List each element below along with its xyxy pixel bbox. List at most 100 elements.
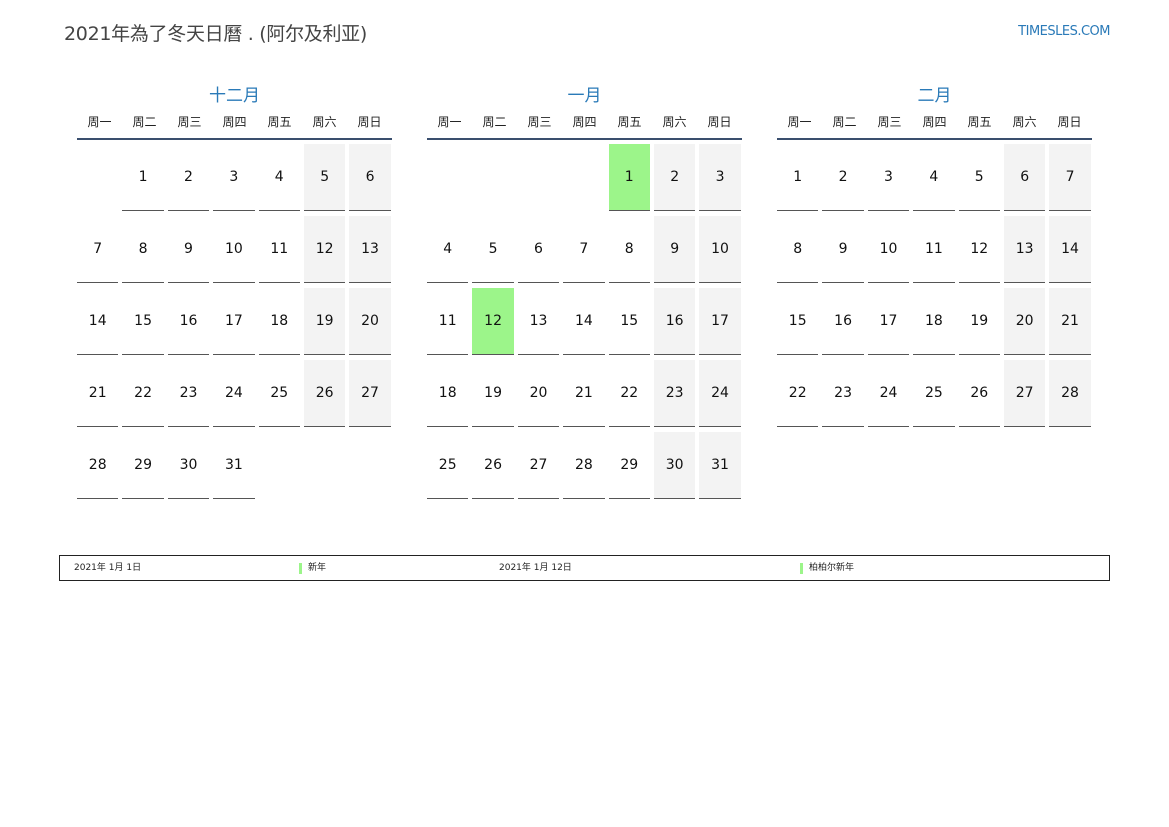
day-grid: 1 2 3 4 5 6 7 8 9 10 11 12 13 14 15 16 17 18 19 20 21 22 23 24 2… (427, 140, 742, 499)
day-cell: 19 (958, 288, 1000, 355)
day-cell: 7 (563, 216, 605, 283)
day-cell: 7 (77, 216, 119, 283)
empty-cell (563, 144, 604, 211)
day-cell: 15 (777, 288, 819, 355)
day-cell: 9 (822, 216, 864, 283)
day-cell: 17 (213, 288, 255, 355)
day-cell: 27 (517, 432, 560, 499)
day-cell: 8 (608, 216, 650, 283)
weekday-label: 周六 (1012, 115, 1037, 129)
day-cell: 20 (349, 288, 391, 355)
day-cell: 4 (427, 216, 469, 283)
day-cell: 18 (913, 288, 955, 355)
day-cell: 16 (653, 288, 696, 355)
legend-date-2: 2021年 1月 12日 (499, 563, 572, 573)
day-cell: 9 (167, 216, 210, 283)
day-cell: 2 (167, 144, 210, 211)
legend-date-1: 2021年 1月 1日 (74, 563, 142, 573)
weekday-label: 周四 (922, 115, 947, 129)
day-cell: 14 (563, 288, 605, 355)
weekday-label: 周五 (267, 115, 292, 129)
day-cell: 21 (1049, 288, 1091, 355)
day-cell: 18 (427, 360, 469, 427)
weekday-label: 周三 (527, 115, 552, 129)
day-cell: 10 (867, 216, 910, 283)
day-cell: 22 (122, 360, 164, 427)
day-cell: 25 (427, 432, 469, 499)
day-cell: 11 (427, 288, 469, 355)
day-cell: 5 (472, 216, 514, 283)
day-cell: 9 (653, 216, 696, 283)
day-cell: 24 (867, 360, 910, 427)
legend-holiday-2: 柏柏尔新年 (809, 563, 855, 573)
month-2: 一月 周一 周二 周三 周四 周五 周六 周日 1 2 3 4 5 6 7 8 9 10 11 12 13 14 15 16 1… (427, 84, 742, 499)
page-title: 2021年為了冬天日曆 . (阿尔及利亚) (64, 23, 367, 45)
weekday-label: 周五 (617, 115, 642, 129)
day-cell: 14 (77, 288, 119, 355)
day-cell: 1 (777, 144, 819, 211)
day-cell: 16 (167, 288, 210, 355)
weekday-label: 周二 (482, 115, 507, 129)
day-cell: 12 (958, 216, 1000, 283)
holiday-legend: 2021年 1月 1日 新年 2021年 1月 12日 柏柏尔新年 (59, 555, 1110, 581)
legend-color-marker-1 (299, 563, 302, 574)
day-cell: 28 (563, 432, 605, 499)
month-title: 十二月 (209, 86, 260, 106)
day-cell: 23 (653, 360, 696, 427)
day-cell: 20 (1003, 288, 1046, 355)
day-cell: 3 (867, 144, 910, 211)
day-cell: 4 (258, 144, 300, 211)
weekday-header: 周一 周二 周三 周四 周五 周六 周日 (77, 114, 392, 140)
weekday-label: 周一 (437, 115, 462, 129)
day-cell: 27 (349, 360, 391, 427)
day-grid: 1 2 3 4 5 6 7 8 9 10 11 12 13 14 15 16 17 18 19 20 21 22 23 24 2… (777, 140, 1092, 427)
day-cell: 21 (563, 360, 605, 427)
weekday-label: 周一 (787, 115, 812, 129)
weekday-header: 周一 周二 周三 周四 周五 周六 周日 (777, 114, 1092, 140)
weekday-label: 周日 (357, 115, 382, 129)
empty-cell (77, 144, 118, 211)
day-cell: 5 (303, 144, 346, 211)
weekday-label: 周日 (707, 115, 732, 129)
day-cell: 29 (608, 432, 650, 499)
day-cell: 3 (699, 144, 741, 211)
day-cell: 23 (822, 360, 864, 427)
day-cell: 16 (822, 288, 864, 355)
day-grid: 1 2 3 4 5 6 7 8 9 10 11 12 13 14 15 16 17 18 19 20 21 22 23 24 2… (77, 140, 392, 499)
day-cell: 10 (699, 216, 741, 283)
weekday-label: 周四 (222, 115, 247, 129)
month-1: 十二月 周一 周二 周三 周四 周五 周六 周日 1 2 3 4 5 6 7 8 9 10 11 12 13 14 15 16… (77, 84, 392, 499)
day-cell: 17 (699, 288, 741, 355)
day-cell: 27 (1003, 360, 1046, 427)
weekday-label: 周五 (967, 115, 992, 129)
day-cell: 5 (958, 144, 1000, 211)
day-cell: 28 (1049, 360, 1091, 427)
day-cell: 6 (349, 144, 391, 211)
month-title: 二月 (917, 86, 952, 106)
day-cell: 7 (1049, 144, 1091, 211)
day-cell: 19 (303, 288, 346, 355)
day-cell: 24 (213, 360, 255, 427)
day-cell: 21 (77, 360, 119, 427)
day-cell: 2 (822, 144, 864, 211)
day-cell: 13 (349, 216, 391, 283)
weekday-label: 周四 (572, 115, 597, 129)
month-title: 一月 (567, 86, 602, 106)
day-cell: 25 (258, 360, 300, 427)
weekday-header: 周一 周二 周三 周四 周五 周六 周日 (427, 114, 742, 140)
day-cell: 19 (472, 360, 514, 427)
day-cell: 24 (699, 360, 741, 427)
day-cell-holiday: 1 (608, 144, 650, 211)
weekday-label: 周六 (662, 115, 687, 129)
day-cell: 1 (122, 144, 164, 211)
day-cell: 18 (258, 288, 300, 355)
day-cell: 3 (213, 144, 255, 211)
day-cell: 6 (517, 216, 560, 283)
day-cell: 23 (167, 360, 210, 427)
day-cell: 22 (608, 360, 650, 427)
day-cell: 30 (167, 432, 210, 499)
empty-cell (472, 144, 513, 211)
site-link[interactable]: TIMESLES.COM (1018, 24, 1110, 39)
day-cell: 6 (1003, 144, 1046, 211)
weekday-label: 周二 (132, 115, 157, 129)
